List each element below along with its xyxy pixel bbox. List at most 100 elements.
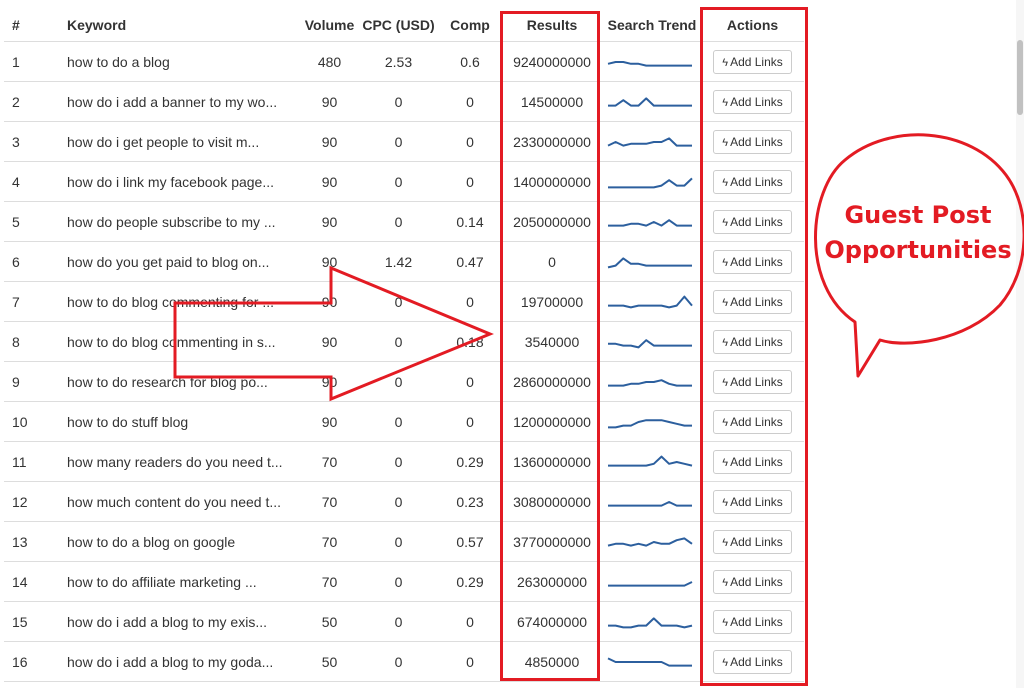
add-links-button[interactable]: ϟ Add Links: [713, 49, 792, 74]
col-header-volume[interactable]: Volume: [301, 8, 358, 42]
trend-line: [608, 500, 692, 507]
callout-line-2: Opportunities: [824, 236, 1012, 264]
comp-cell: 0.23: [439, 481, 501, 522]
bolt-icon: ϟ: [722, 216, 729, 229]
volume-cell: 90: [301, 81, 358, 122]
add-links-button[interactable]: ϟ Add Links: [713, 449, 792, 474]
cpc-cell: 0: [358, 521, 439, 562]
row-number: 1: [4, 41, 59, 82]
add-links-label: Add Links: [730, 654, 783, 669]
add-links-button[interactable]: ϟ Add Links: [713, 409, 792, 434]
results-cell: 1400000000: [501, 161, 603, 202]
keyword-table: # Keyword Volume CPC (USD) Comp Results …: [4, 8, 804, 682]
col-header-results[interactable]: Results: [501, 8, 603, 42]
search-trend-cell: [603, 121, 701, 162]
col-header-number[interactable]: #: [4, 8, 59, 42]
comp-cell: 0.57: [439, 521, 501, 562]
col-header-comp[interactable]: Comp: [439, 8, 501, 42]
trend-line: [608, 177, 693, 188]
callout-text: Guest Post Opportunities: [818, 198, 1018, 268]
actions-cell: ϟ Add Links: [701, 41, 804, 82]
cpc-cell: 0: [358, 201, 439, 242]
row-number: 5: [4, 201, 59, 242]
comp-cell: 0.29: [439, 441, 501, 482]
actions-cell: ϟ Add Links: [701, 161, 804, 202]
add-links-button[interactable]: ϟ Add Links: [713, 289, 792, 314]
add-links-button[interactable]: ϟ Add Links: [713, 569, 792, 594]
add-links-button[interactable]: ϟ Add Links: [713, 209, 792, 234]
search-trend-cell: [603, 601, 701, 642]
results-cell: 4850000: [501, 641, 603, 682]
add-links-button[interactable]: ϟ Add Links: [713, 529, 792, 554]
volume-cell: 90: [301, 161, 358, 202]
comp-cell: 0: [439, 601, 501, 642]
add-links-label: Add Links: [730, 134, 783, 149]
search-trend-cell: [603, 561, 701, 602]
keyword-cell: how to do research for blog po...: [59, 361, 301, 402]
cpc-cell: 0: [358, 81, 439, 122]
search-trend-cell: [603, 441, 701, 482]
add-links-button[interactable]: ϟ Add Links: [713, 169, 792, 194]
results-cell: 14500000: [501, 81, 603, 122]
row-number: 3: [4, 121, 59, 162]
table-row: 15 how do i add a blog to my exis... 50 0 0 6…: [4, 601, 804, 642]
trend-sparkline: [607, 656, 692, 667]
trend-sparkline: [608, 378, 692, 387]
add-links-label: Add Links: [730, 614, 783, 629]
keyword-cell: how to do affiliate marketing ...: [59, 561, 301, 602]
row-number: 8: [4, 321, 59, 362]
trend-line: [608, 295, 693, 308]
trend-line: [607, 136, 692, 147]
add-links-button[interactable]: ϟ Add Links: [713, 489, 792, 514]
volume-cell: 480: [301, 41, 358, 82]
add-links-button[interactable]: ϟ Add Links: [713, 369, 792, 394]
trend-sparkline: [608, 500, 692, 507]
col-header-keyword[interactable]: Keyword: [59, 8, 301, 42]
actions-cell: ϟ Add Links: [701, 121, 804, 162]
table-body: 1 how to do a blog 480 2.53 0.6 9240000000 ϟ Ad…: [4, 41, 804, 682]
actions-cell: ϟ Add Links: [701, 441, 804, 482]
callout-line-1: Guest Post: [844, 201, 992, 229]
table-row: 1 how to do a blog 480 2.53 0.6 9240000000 ϟ Ad…: [4, 41, 804, 82]
table-row: 12 how much content do you need t... 70 0 0.…: [4, 481, 804, 522]
trend-sparkline: [608, 96, 692, 107]
volume-cell: 90: [301, 121, 358, 162]
bolt-icon: ϟ: [722, 96, 729, 109]
comp-cell: 0: [439, 361, 501, 402]
scrollbar-track[interactable]: [1016, 0, 1024, 688]
col-header-search-trend[interactable]: Search Trend: [603, 8, 701, 42]
keyword-cell: how do i add a blog to my exis...: [59, 601, 301, 642]
search-trend-cell: [603, 321, 701, 362]
results-cell: 263000000: [501, 561, 603, 602]
comp-cell: 0.6: [439, 41, 501, 82]
add-links-button[interactable]: ϟ Add Links: [713, 609, 792, 634]
add-links-label: Add Links: [730, 174, 783, 189]
trend-line: [608, 580, 693, 587]
add-links-button[interactable]: ϟ Add Links: [713, 649, 792, 674]
row-number: 7: [4, 281, 59, 322]
col-header-actions: Actions: [701, 8, 804, 42]
scrollbar-thumb[interactable]: [1017, 40, 1023, 115]
table-row: 13 how to do a blog on google 70 0 0.57 37700…: [4, 521, 804, 562]
results-cell: 3770000000: [501, 521, 603, 562]
bolt-icon: ϟ: [722, 656, 729, 669]
add-links-button[interactable]: ϟ Add Links: [713, 329, 792, 354]
add-links-button[interactable]: ϟ Add Links: [713, 89, 792, 114]
table-row: 16 how do i add a blog to my goda... 50 0 0 4…: [4, 641, 804, 682]
add-links-button[interactable]: ϟ Add Links: [713, 249, 792, 274]
add-links-label: Add Links: [730, 574, 783, 589]
trend-sparkline: [608, 177, 693, 188]
col-header-cpc[interactable]: CPC (USD): [358, 8, 439, 42]
volume-cell: 90: [301, 241, 358, 282]
results-cell: 0: [501, 241, 603, 282]
trend-line: [607, 256, 692, 268]
comp-cell: 0: [439, 81, 501, 122]
keyword-cell: how do i add a blog to my goda...: [59, 641, 301, 682]
bolt-icon: ϟ: [722, 416, 729, 429]
add-links-button[interactable]: ϟ Add Links: [713, 129, 792, 154]
cpc-cell: 0: [358, 641, 439, 682]
cpc-cell: 1.42: [358, 241, 439, 282]
trend-sparkline: [608, 580, 693, 587]
keyword-cell: how many readers do you need t...: [59, 441, 301, 482]
trend-sparkline: [607, 536, 693, 547]
